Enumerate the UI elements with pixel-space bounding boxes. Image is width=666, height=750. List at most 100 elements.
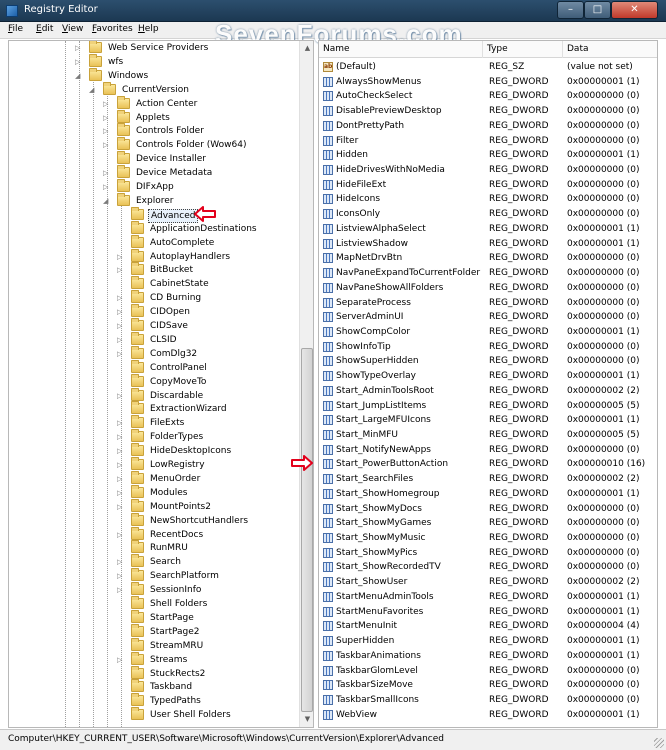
value-row[interactable]: MapNetDrvBtn REG_DWORD 0x00000000 (0)	[319, 251, 657, 266]
expand-arrow-icon[interactable]: ▷	[117, 308, 123, 316]
value-row[interactable]: IconsOnly REG_DWORD 0x00000000 (0)	[319, 207, 657, 222]
value-row[interactable]: SuperHidden REG_DWORD 0x00000001 (1)	[319, 634, 657, 649]
menu-help[interactable]: Help	[138, 24, 159, 34]
tree-item[interactable]: ApplicationDestinations	[9, 220, 297, 236]
tree-item[interactable]: ▷ SearchPlatform	[9, 568, 297, 583]
value-row[interactable]: ServerAdminUI REG_DWORD 0x00000000 (0)	[319, 310, 657, 325]
expand-arrow-icon[interactable]: ▷	[117, 253, 123, 261]
expand-arrow-icon[interactable]: ▷	[117, 433, 123, 441]
collapse-arrow-icon[interactable]: ◢	[103, 197, 109, 205]
tree-item[interactable]: ▷ Streams	[9, 651, 297, 667]
expand-arrow-icon[interactable]: ▷	[117, 656, 123, 664]
tree-item[interactable]: ▷ CIDOpen	[9, 304, 297, 319]
value-row[interactable]: ListviewShadow REG_DWORD 0x00000001 (1)	[319, 237, 657, 252]
expand-arrow-icon[interactable]: ▷	[103, 127, 109, 135]
value-row[interactable]: HideIcons REG_DWORD 0x00000000 (0)	[319, 192, 657, 207]
value-row[interactable]: Filter REG_DWORD 0x00000000 (0)	[319, 134, 657, 149]
expand-arrow-icon[interactable]: ▷	[117, 447, 123, 455]
value-row[interactable]: Start_JumpListItems REG_DWORD 0x00000005 (…	[319, 399, 657, 414]
value-row[interactable]: TaskbarSizeMove REG_DWORD 0x00000000 (0)	[319, 678, 657, 693]
tree-item[interactable]: ▷ ComDlg32	[9, 345, 297, 361]
tree-item[interactable]: ▷ Applets	[9, 109, 297, 125]
tree-item[interactable]: StuckRects2	[9, 665, 297, 681]
tree-item[interactable]: ▷ AutoplayHandlers	[9, 248, 297, 264]
column-name[interactable]: Name	[319, 41, 483, 58]
value-row[interactable]: ShowSuperHidden REG_DWORD 0x00000000 (0)	[319, 354, 657, 369]
value-row[interactable]: ListviewAlphaSelect REG_DWORD 0x00000001 (…	[319, 222, 657, 237]
value-row[interactable]: Start_ShowMyGames REG_DWORD 0x00000000 (0)	[319, 516, 657, 531]
tree-item[interactable]: ▷ Action Center	[9, 95, 297, 111]
value-row[interactable]: AutoCheckSelect REG_DWORD 0x00000000 (0)	[319, 89, 657, 104]
expand-arrow-icon[interactable]: ▷	[117, 350, 123, 358]
value-row[interactable]: StartMenuAdminTools REG_DWORD 0x00000001 (…	[319, 590, 657, 605]
menu-edit[interactable]: Edit	[36, 24, 53, 34]
value-row[interactable]: ShowCompColor REG_DWORD 0x00000001 (1)	[319, 325, 657, 340]
tree-item[interactable]: ▷ RecentDocs	[9, 526, 297, 542]
scroll-up-icon[interactable]: ▲	[300, 41, 313, 56]
tree-item[interactable]: User Shell Folders	[9, 707, 297, 722]
value-row[interactable]: SeparateProcess REG_DWORD 0x00000000 (0)	[319, 296, 657, 311]
value-row[interactable]: StartMenuInit REG_DWORD 0x00000004 (4)	[319, 619, 657, 634]
tree-item[interactable]: ▷ Device Metadata	[9, 165, 297, 180]
expand-arrow-icon[interactable]: ▷	[103, 114, 109, 122]
tree-item[interactable]: StartPage	[9, 609, 297, 625]
value-row[interactable]: ShowTypeOverlay REG_DWORD 0x00000001 (1)	[319, 369, 657, 384]
expand-arrow-icon[interactable]: ▷	[117, 294, 123, 302]
expand-arrow-icon[interactable]: ▷	[103, 169, 109, 177]
value-row[interactable]: HideFileExt REG_DWORD 0x00000000 (0)	[319, 178, 657, 193]
tree-item[interactable]: ▷ FileExts	[9, 415, 297, 430]
expand-arrow-icon[interactable]: ▷	[117, 489, 123, 497]
expand-arrow-icon[interactable]: ▷	[75, 58, 81, 66]
expand-arrow-icon[interactable]: ▷	[117, 419, 123, 427]
tree-item[interactable]: Advanced	[9, 206, 297, 223]
value-row[interactable]: DisablePreviewDesktop REG_DWORD 0x00000000…	[319, 104, 657, 119]
tree-item[interactable]: ▷ CLSID	[9, 331, 297, 347]
expand-arrow-icon[interactable]: ▷	[117, 392, 123, 400]
value-row[interactable]: StartMenuFavorites REG_DWORD 0x00000001 (1…	[319, 605, 657, 620]
tree-item[interactable]: ▷ Controls Folder	[9, 123, 297, 138]
collapse-arrow-icon[interactable]: ◢	[75, 72, 81, 80]
value-row[interactable]: TaskbarAnimations REG_DWORD 0x00000001 (1)	[319, 649, 657, 664]
tree-item[interactable]: CabinetState	[9, 276, 297, 291]
tree-item[interactable]: ▷ Web Service Providers	[9, 41, 297, 55]
expand-arrow-icon[interactable]: ▷	[117, 503, 123, 511]
value-row[interactable]: Start_ShowMyMusic REG_DWORD 0x00000000 (0)	[319, 531, 657, 546]
expand-arrow-icon[interactable]: ▷	[117, 558, 123, 566]
tree-item[interactable]: ▷ SessionInfo	[9, 582, 297, 597]
tree-item[interactable]: ▷ Search	[9, 554, 297, 569]
key-tree-pane[interactable]: ▷ Web Service Providers ▷ wfs ◢ Windows ◢ Curre…	[8, 40, 314, 728]
resize-grip-icon[interactable]	[654, 738, 664, 748]
value-row[interactable]: TaskbarGlomLevel REG_DWORD 0x00000000 (0)	[319, 664, 657, 679]
tree-item[interactable]: ▷ FolderTypes	[9, 429, 297, 444]
column-type[interactable]: Type	[483, 41, 563, 58]
tree-item[interactable]: ▷ Controls Folder (Wow64)	[9, 137, 297, 152]
close-button[interactable]: ✕	[611, 1, 658, 19]
expand-arrow-icon[interactable]: ▷	[117, 586, 123, 594]
minimize-button[interactable]: –	[557, 1, 584, 19]
tree-item[interactable]: ▷ Modules	[9, 484, 297, 500]
value-row[interactable]: Start_NotifyNewApps REG_DWORD 0x00000000 (…	[319, 443, 657, 458]
expand-arrow-icon[interactable]: ▷	[117, 475, 123, 483]
tree-item[interactable]: AutoComplete	[9, 234, 297, 250]
value-row[interactable]: Start_MinMFU REG_DWORD 0x00000005 (5)	[319, 428, 657, 443]
tree-item[interactable]: ▷ DIFxApp	[9, 179, 297, 194]
tree-item[interactable]: CopyMoveTo	[9, 373, 297, 389]
tree-item[interactable]: ▷ MountPoints2	[9, 498, 297, 514]
value-row[interactable]: DontPrettyPath REG_DWORD 0x00000000 (0)	[319, 119, 657, 134]
tree-item[interactable]: ▷ BitBucket	[9, 262, 297, 277]
maximize-button[interactable]: □	[584, 1, 611, 19]
values-pane[interactable]: Name Type Data ab (Default) REG_SZ (value n…	[318, 40, 658, 728]
menu-file[interactable]: File	[8, 24, 23, 34]
tree-item[interactable]: ▷ CIDSave	[9, 318, 297, 333]
tree-item[interactable]: Taskband	[9, 679, 297, 694]
tree-item[interactable]: ◢ CurrentVersion	[9, 81, 297, 97]
tree-item[interactable]: StartPage2	[9, 623, 297, 639]
value-row[interactable]: TaskbarSmallIcons REG_DWORD 0x00000000 (0)	[319, 693, 657, 708]
expand-arrow-icon[interactable]: ▷	[103, 100, 109, 108]
expand-arrow-icon[interactable]: ▷	[117, 531, 123, 539]
expand-arrow-icon[interactable]: ▷	[117, 336, 123, 344]
value-row[interactable]: ShowInfoTip REG_DWORD 0x00000000 (0)	[319, 340, 657, 355]
expand-arrow-icon[interactable]: ▷	[117, 266, 123, 274]
tree-item[interactable]: ExtractionWizard	[9, 401, 297, 416]
tree-item[interactable]: ▷ HideDesktopIcons	[9, 443, 297, 458]
